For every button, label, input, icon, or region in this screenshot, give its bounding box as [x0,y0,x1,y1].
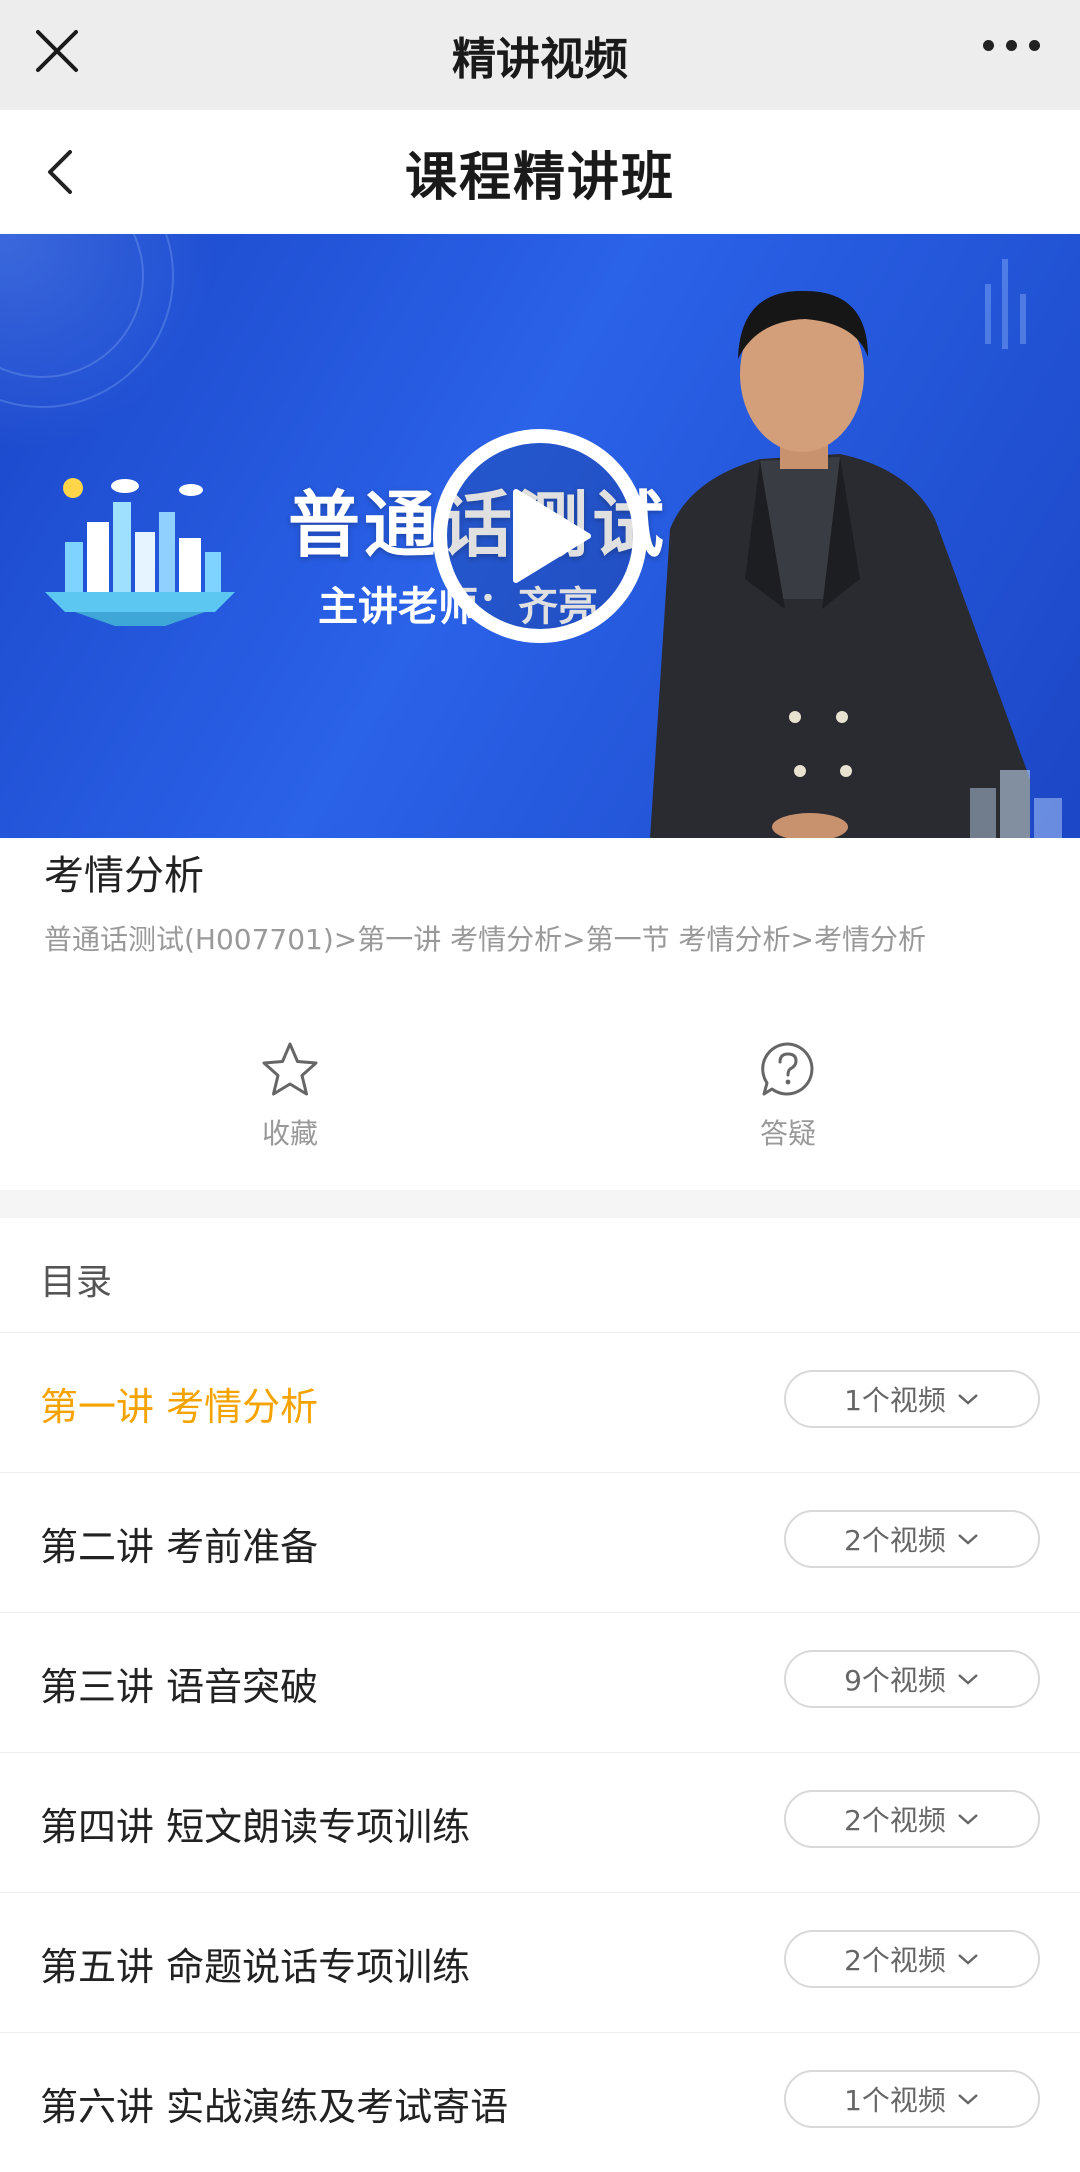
chevron-down-icon [958,1814,978,1825]
video-count-button[interactable]: 2个视频 [784,1930,1040,1988]
chapter-name: 第六讲 实战演练及考试寄语 [40,2085,509,2129]
video-count: 2个视频 [844,1804,946,1837]
action-bar: 收藏 答疑 [0,1040,1080,1160]
favorite-button[interactable]: 收藏 [190,1040,390,1152]
chevron-down-icon [958,1534,978,1545]
breadcrumb: 普通话测试(H007701)>第一讲 考情分析>第一节 考情分析>考情分析 [44,923,926,956]
chapter-item[interactable]: 第一讲 考情分析 1个视频 [0,1332,1080,1472]
catalog-title: 目录 [40,1262,113,1303]
back-icon[interactable] [40,146,80,198]
favorite-label: 收藏 [261,1117,318,1150]
chapter-item[interactable]: 第五讲 命题说话专项训练 2个视频 [0,1892,1080,2032]
chevron-down-icon [958,1394,978,1405]
chapter-item[interactable]: 第二讲 考前准备 2个视频 [0,1472,1080,1612]
window-titlebar: 精讲视频 [0,0,1080,110]
chapter-name: 第五讲 命题说话专项训练 [40,1945,471,1989]
window-title: 精讲视频 [452,34,628,85]
video-count-button[interactable]: 9个视频 [784,1650,1040,1708]
chevron-down-icon [958,1954,978,1965]
page-title: 课程精讲班 [404,147,675,208]
qa-label: 答疑 [759,1117,816,1150]
chapter-name: 第二讲 考前准备 [40,1525,319,1569]
video-count-button[interactable]: 2个视频 [784,1790,1040,1848]
video-count: 9个视频 [844,1664,946,1697]
play-icon[interactable] [430,426,650,646]
video-player[interactable]: 普通话测试 主讲老师：齐亮 [0,234,1080,838]
chapter-item[interactable]: 第三讲 语音突破 9个视频 [0,1612,1080,1752]
chapter-item[interactable]: 第六讲 实战演练及考试寄语 1个视频 [0,2032,1080,2172]
city-illustration [45,478,235,626]
video-count-button[interactable]: 1个视频 [784,1370,1040,1428]
video-count: 2个视频 [844,1524,946,1557]
chapter-name: 第三讲 语音突破 [40,1665,319,1709]
video-count: 1个视频 [844,1384,946,1417]
page-header: 课程精讲班 [0,110,1080,234]
chevron-down-icon [958,2094,978,2105]
lesson-title: 考情分析 [44,853,204,899]
chapter-item[interactable]: 第四讲 短文朗读专项训练 2个视频 [0,1752,1080,1892]
chevron-down-icon [958,1674,978,1685]
question-bubble-icon [761,1042,814,1096]
close-icon[interactable] [32,26,82,76]
chapter-name: 第一讲 考情分析 [40,1385,319,1429]
qa-button[interactable]: 答疑 [688,1040,888,1152]
video-count-button[interactable]: 2个视频 [784,1510,1040,1568]
chapter-name: 第四讲 短文朗读专项训练 [40,1805,471,1849]
section-divider [0,1190,1080,1218]
more-icon[interactable] [983,40,1040,51]
buildings-decoration [970,770,1062,838]
video-count: 2个视频 [844,1944,946,1977]
video-count-button[interactable]: 1个视频 [784,2070,1040,2128]
star-icon [262,1042,318,1096]
presenter-figure [650,290,1030,838]
video-count: 1个视频 [844,2084,946,2117]
